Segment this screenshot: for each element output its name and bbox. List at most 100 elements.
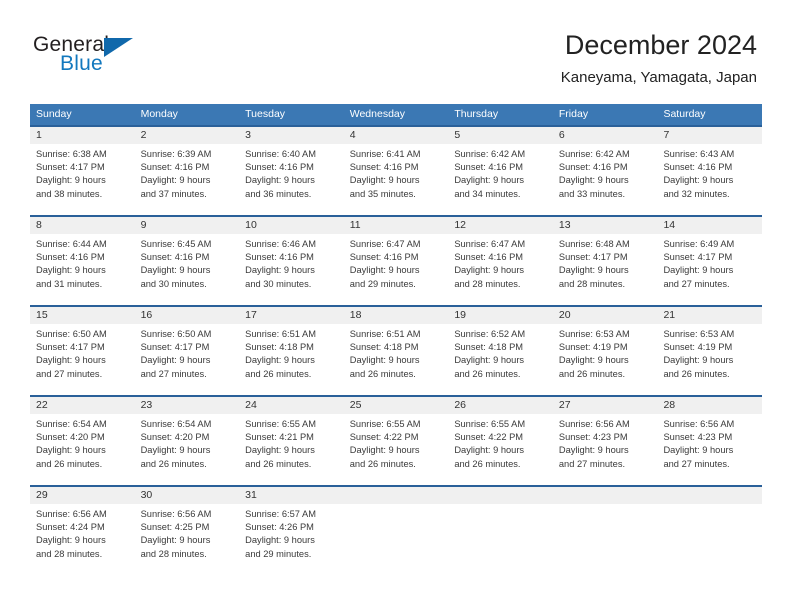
- day-number: 11: [343, 217, 449, 234]
- daylight-text-line1: Daylight: 9 hours: [36, 535, 106, 546]
- day-number: 20: [552, 307, 658, 324]
- day-number: 28: [657, 397, 763, 414]
- sunset-text: Sunset: 4:25 PM: [140, 522, 210, 533]
- day-cell[interactable]: 26 Sunrise: 6:55 AM Sunset: 4:22 PM Dayl…: [448, 397, 553, 485]
- day-details: Sunrise: 6:42 AM Sunset: 4:16 PM Dayligh…: [553, 144, 658, 201]
- sunrise-text: Sunrise: 6:50 AM: [140, 329, 212, 339]
- day-cell[interactable]: 27 Sunrise: 6:56 AM Sunset: 4:23 PM Dayl…: [552, 397, 658, 485]
- page-title: December 2024: [564, 30, 757, 60]
- daylight-text-line1: Daylight: 9 hours: [349, 175, 420, 186]
- sunset-text: Sunset: 4:18 PM: [245, 342, 314, 353]
- day-cell[interactable]: 15 Sunrise: 6:50 AM Sunset: 4:17 PM Dayl…: [30, 307, 135, 395]
- day-cell[interactable]: 22 Sunrise: 6:54 AM Sunset: 4:20 PM Dayl…: [30, 397, 135, 485]
- sunset-text: Sunset: 4:16 PM: [349, 252, 419, 263]
- day-cell[interactable]: 18 Sunrise: 6:51 AM Sunset: 4:18 PM Dayl…: [343, 307, 449, 395]
- daylight-text-line1: Daylight: 9 hours: [140, 175, 211, 186]
- day-cell[interactable]: 2 Sunrise: 6:39 AM Sunset: 4:16 PM Dayli…: [134, 127, 240, 215]
- daylight-text-line2: and 26 minutes.: [558, 368, 626, 379]
- day-cell[interactable]: 1 Sunrise: 6:38 AM Sunset: 4:17 PM Dayli…: [30, 127, 135, 215]
- day-cell[interactable]: 13 Sunrise: 6:48 AM Sunset: 4:17 PM Dayl…: [552, 217, 658, 305]
- day-cell[interactable]: 3 Sunrise: 6:40 AM Sunset: 4:16 PM Dayli…: [239, 127, 344, 215]
- daylight-text-line1: Daylight: 9 hours: [36, 175, 106, 186]
- day-cell[interactable]: 10 Sunrise: 6:46 AM Sunset: 4:16 PM Dayl…: [239, 217, 344, 305]
- sunrise-text: Sunrise: 6:49 AM: [663, 239, 735, 249]
- day-cell[interactable]: 11 Sunrise: 6:47 AM Sunset: 4:16 PM Dayl…: [343, 217, 449, 305]
- day-number: 29: [30, 487, 135, 504]
- sunset-text: Sunset: 4:16 PM: [140, 252, 210, 263]
- daylight-text-line2: and 27 minutes.: [663, 458, 730, 469]
- sunrise-text: Sunrise: 6:56 AM: [36, 509, 107, 519]
- daylight-text-line1: Daylight: 9 hours: [245, 445, 315, 456]
- sunrise-text: Sunrise: 6:51 AM: [245, 329, 316, 339]
- daylight-text-line2: and 28 minutes.: [558, 278, 626, 289]
- daylight-text-line2: and 26 minutes.: [245, 458, 312, 469]
- day-number: 5: [448, 127, 553, 144]
- day-cell[interactable]: 29 Sunrise: 6:56 AM Sunset: 4:24 PM Dayl…: [30, 487, 135, 575]
- day-cell[interactable]: 5 Sunrise: 6:42 AM Sunset: 4:16 PM Dayli…: [448, 127, 553, 215]
- day-number: 7: [657, 127, 763, 144]
- day-cell[interactable]: 4 Sunrise: 6:41 AM Sunset: 4:16 PM Dayli…: [343, 127, 449, 215]
- sunset-text: Sunset: 4:23 PM: [663, 432, 733, 443]
- day-number: 4: [343, 127, 449, 144]
- day-number: 6: [552, 127, 658, 144]
- weekday-header-sunday: Sunday: [36, 108, 72, 120]
- day-number: 9: [134, 217, 240, 234]
- daylight-text-line2: and 28 minutes.: [454, 278, 521, 289]
- day-cell[interactable]: 19 Sunrise: 6:52 AM Sunset: 4:18 PM Dayl…: [448, 307, 553, 395]
- day-cell[interactable]: 6 Sunrise: 6:42 AM Sunset: 4:16 PM Dayli…: [552, 127, 658, 215]
- day-number: 24: [239, 397, 344, 414]
- day-details: Sunrise: 6:46 AM Sunset: 4:16 PM Dayligh…: [239, 234, 344, 291]
- day-cell[interactable]: 23 Sunrise: 6:54 AM Sunset: 4:20 PM Dayl…: [134, 397, 240, 485]
- sunset-text: Sunset: 4:22 PM: [349, 432, 419, 443]
- day-cell-empty: [552, 487, 658, 575]
- sunrise-text: Sunrise: 6:51 AM: [349, 329, 421, 339]
- day-cell[interactable]: 31 Sunrise: 6:57 AM Sunset: 4:26 PM Dayl…: [239, 487, 344, 575]
- daylight-text-line2: and 31 minutes.: [36, 278, 103, 289]
- daylight-text-line2: and 26 minutes.: [663, 368, 730, 379]
- day-details: Sunrise: 6:40 AM Sunset: 4:16 PM Dayligh…: [239, 144, 344, 201]
- calendar-week-row: 22 Sunrise: 6:54 AM Sunset: 4:20 PM Dayl…: [30, 395, 763, 485]
- day-cell[interactable]: 17 Sunrise: 6:51 AM Sunset: 4:18 PM Dayl…: [239, 307, 344, 395]
- daylight-text-line1: Daylight: 9 hours: [558, 445, 629, 456]
- day-number: 21: [657, 307, 763, 324]
- sunrise-text: Sunrise: 6:55 AM: [349, 419, 421, 429]
- day-cell[interactable]: 24 Sunrise: 6:55 AM Sunset: 4:21 PM Dayl…: [239, 397, 344, 485]
- daylight-text-line2: and 35 minutes.: [349, 188, 416, 199]
- day-details: Sunrise: 6:47 AM Sunset: 4:16 PM Dayligh…: [344, 234, 449, 291]
- daylight-text-line2: and 29 minutes.: [245, 548, 312, 559]
- daylight-text-line2: and 33 minutes.: [558, 188, 626, 199]
- daylight-text-line2: and 30 minutes.: [140, 278, 207, 289]
- daylight-text-line1: Daylight: 9 hours: [663, 175, 734, 186]
- daylight-text-line1: Daylight: 9 hours: [454, 355, 525, 366]
- calendar-week-row: 8 Sunrise: 6:44 AM Sunset: 4:16 PM Dayli…: [30, 215, 763, 305]
- calendar-page: General Blue December 2024 Kaneyama, Yam…: [0, 0, 792, 612]
- page-header: General Blue December 2024 Kaneyama, Yam…: [0, 0, 792, 100]
- day-cell[interactable]: 12 Sunrise: 6:47 AM Sunset: 4:16 PM Dayl…: [448, 217, 553, 305]
- daylight-text-line1: Daylight: 9 hours: [663, 445, 734, 456]
- day-cell[interactable]: 8 Sunrise: 6:44 AM Sunset: 4:16 PM Dayli…: [30, 217, 135, 305]
- daylight-text-line2: and 26 minutes.: [349, 368, 416, 379]
- general-blue-logo[interactable]: General Blue: [33, 33, 153, 81]
- sunrise-text: Sunrise: 6:46 AM: [245, 239, 316, 249]
- day-cell[interactable]: 14 Sunrise: 6:49 AM Sunset: 4:17 PM Dayl…: [657, 217, 763, 305]
- sunrise-text: Sunrise: 6:41 AM: [349, 149, 421, 159]
- day-cell[interactable]: 28 Sunrise: 6:56 AM Sunset: 4:23 PM Dayl…: [657, 397, 763, 485]
- calendar-week-row: 15 Sunrise: 6:50 AM Sunset: 4:17 PM Dayl…: [30, 305, 763, 395]
- day-cell[interactable]: 25 Sunrise: 6:55 AM Sunset: 4:22 PM Dayl…: [343, 397, 449, 485]
- day-number: 17: [239, 307, 344, 324]
- day-cell[interactable]: 16 Sunrise: 6:50 AM Sunset: 4:17 PM Dayl…: [134, 307, 240, 395]
- day-cell[interactable]: 9 Sunrise: 6:45 AM Sunset: 4:16 PM Dayli…: [134, 217, 240, 305]
- day-cell[interactable]: 21 Sunrise: 6:53 AM Sunset: 4:19 PM Dayl…: [657, 307, 763, 395]
- day-cell-empty: [448, 487, 553, 575]
- daylight-text-line2: and 38 minutes.: [36, 188, 103, 199]
- day-cell[interactable]: 7 Sunrise: 6:43 AM Sunset: 4:16 PM Dayli…: [657, 127, 763, 215]
- sunrise-text: Sunrise: 6:43 AM: [663, 149, 735, 159]
- daylight-text-line1: Daylight: 9 hours: [349, 265, 420, 276]
- day-details: Sunrise: 6:38 AM Sunset: 4:17 PM Dayligh…: [30, 144, 135, 201]
- sunrise-text: Sunrise: 6:48 AM: [558, 239, 630, 249]
- day-details: Sunrise: 6:51 AM Sunset: 4:18 PM Dayligh…: [344, 324, 449, 381]
- daylight-text-line2: and 37 minutes.: [140, 188, 207, 199]
- sunset-text: Sunset: 4:16 PM: [454, 162, 524, 173]
- day-cell[interactable]: 30 Sunrise: 6:56 AM Sunset: 4:25 PM Dayl…: [134, 487, 240, 575]
- day-cell[interactable]: 20 Sunrise: 6:53 AM Sunset: 4:19 PM Dayl…: [552, 307, 658, 395]
